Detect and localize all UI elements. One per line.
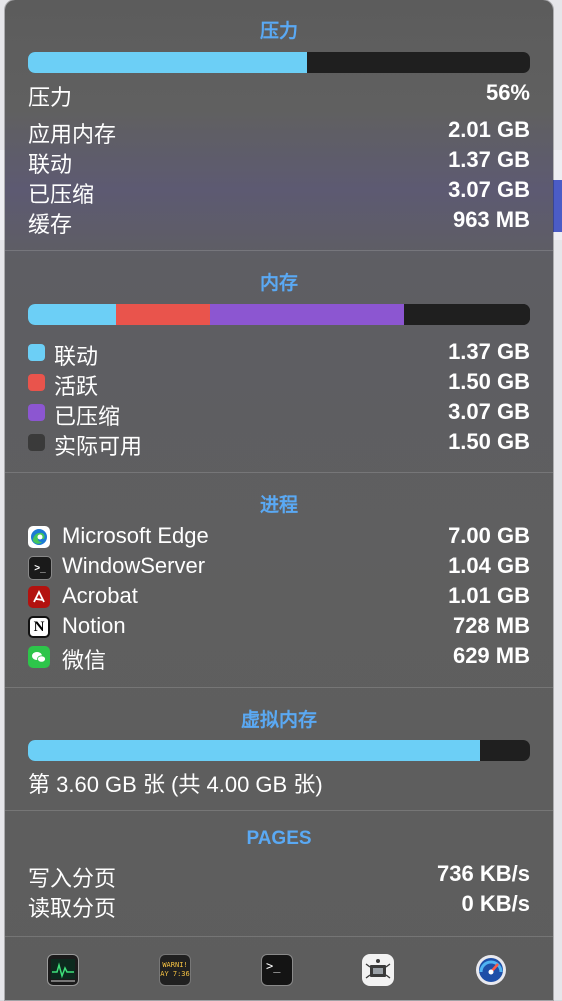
- process-row[interactable]: N Notion 728 MB: [28, 613, 530, 643]
- pages-row-label: 读取分页: [28, 896, 117, 921]
- process-name: Notion: [62, 613, 126, 638]
- process-value: 7.00 GB: [448, 523, 530, 548]
- process-row[interactable]: Microsoft Edge 7.00 GB: [28, 523, 530, 553]
- memory-title: 内存: [259, 273, 298, 294]
- legend-value: 1.37 GB: [448, 339, 530, 364]
- memory-bar-compressed-segment: [209, 304, 405, 325]
- pressure-row-label: 已压缩: [28, 182, 95, 207]
- section-divider: [5, 687, 553, 688]
- virtual-memory-usage-text: 第 3.60 GB 张 (共 4.00 GB 张): [28, 772, 323, 797]
- process-name: WindowServer: [62, 553, 206, 578]
- memory-legend-item-wired: 联动 1.37 GB: [28, 339, 530, 369]
- pages-row-value: 0 KB/s: [461, 891, 530, 916]
- pressure-row-app-memory: 应用内存 2.01 GB: [28, 117, 530, 147]
- memory-legend-item-active: 活跃 1.50 GB: [28, 369, 530, 399]
- section-divider: [5, 250, 553, 251]
- legend-label: 已压缩: [54, 404, 121, 429]
- pressure-row-value: 1.37 GB: [448, 147, 530, 172]
- pressure-row-label: 应用内存: [28, 122, 117, 147]
- process-value: 728 MB: [452, 613, 530, 638]
- pages-title: PAGES: [246, 828, 312, 849]
- legend-value: 3.07 GB: [448, 399, 530, 424]
- console-icon-line-2: AY 7:36: [160, 970, 190, 978]
- pressure-row-value: 2.01 GB: [448, 117, 530, 142]
- process-row[interactable]: 微信 629 MB: [28, 643, 530, 673]
- legend-label: 联动: [54, 344, 99, 369]
- legend-swatch-active: [28, 374, 45, 391]
- pressure-row-value: 963 MB: [452, 207, 530, 232]
- pressure-row-label: 联动: [28, 152, 73, 177]
- pages-row-label: 写入分页: [28, 866, 117, 891]
- pages-row-value: 736 KB/s: [437, 861, 530, 886]
- memory-bar-active-segment: [115, 304, 210, 325]
- pressure-bar-fill: [28, 52, 307, 73]
- process-value: 629 MB: [452, 643, 530, 668]
- console-icon[interactable]: WARNI! AY 7:36: [159, 954, 191, 986]
- pages-row-read: 读取分页 0 KB/s: [28, 891, 530, 921]
- system-information-icon[interactable]: [362, 954, 394, 986]
- processes-title: 进程: [259, 495, 298, 516]
- process-name: Acrobat: [62, 583, 138, 608]
- section-divider: [5, 810, 553, 811]
- acrobat-icon: [28, 586, 50, 608]
- pressure-summary-row: 压力 56%: [28, 80, 530, 110]
- wechat-icon: [28, 646, 50, 668]
- section-divider: [5, 472, 553, 473]
- legend-label: 实际可用: [54, 434, 143, 459]
- legend-swatch-compressed: [28, 404, 45, 421]
- terminal-app-icon[interactable]: >_: [261, 954, 293, 986]
- legend-value: 1.50 GB: [448, 369, 530, 394]
- terminal-icon: >_: [28, 556, 52, 580]
- process-name: 微信: [62, 648, 107, 673]
- memory-bar-free-segment: [404, 304, 530, 325]
- pressure-bar: [28, 52, 530, 73]
- pressure-label: 压力: [28, 85, 73, 110]
- process-name: Microsoft Edge: [62, 523, 209, 548]
- pages-row-write: 写入分页 736 KB/s: [28, 861, 530, 891]
- pressure-row-wired: 联动 1.37 GB: [28, 147, 530, 177]
- virtual-memory-bar-fill: [28, 740, 480, 761]
- memory-bar: [28, 304, 530, 325]
- background-window-tab: [552, 180, 562, 232]
- pressure-row-value: 3.07 GB: [448, 177, 530, 202]
- memory-popover: 压力 压力 56% 应用内存 2.01 GB 联动 1.37 GB 已压缩 3.…: [5, 0, 553, 1000]
- memory-bar-wired-segment: [28, 304, 116, 325]
- legend-label: 活跃: [54, 374, 99, 399]
- pressure-row-compressed: 已压缩 3.07 GB: [28, 177, 530, 207]
- process-row[interactable]: >_ WindowServer 1.04 GB: [28, 553, 530, 583]
- edge-icon: [28, 526, 50, 548]
- process-row[interactable]: Acrobat 1.01 GB: [28, 583, 530, 613]
- virtual-memory-title: 虚拟内存: [240, 710, 317, 731]
- virtual-memory-bar: [28, 740, 530, 761]
- disk-utility-gauge-icon[interactable]: [475, 954, 507, 986]
- process-value: 1.04 GB: [448, 553, 530, 578]
- legend-swatch-wired: [28, 344, 45, 361]
- console-icon-line-1: WARNI!: [162, 961, 188, 969]
- legend-swatch-free: [28, 434, 45, 451]
- memory-legend-item-compressed: 已压缩 3.07 GB: [28, 399, 530, 429]
- pressure-percent: 56%: [485, 80, 530, 105]
- notion-icon: N: [28, 616, 50, 638]
- pressure-title: 压力: [259, 21, 298, 42]
- pressure-row-label: 缓存: [28, 212, 73, 237]
- pressure-row-cached: 缓存 963 MB: [28, 207, 530, 237]
- app-shortcuts-bar: WARNI! AY 7:36 >_: [5, 936, 553, 1001]
- activity-monitor-icon[interactable]: [47, 954, 79, 986]
- process-value: 1.01 GB: [448, 583, 530, 608]
- memory-legend-item-free: 实际可用 1.50 GB: [28, 429, 530, 459]
- legend-value: 1.50 GB: [448, 429, 530, 454]
